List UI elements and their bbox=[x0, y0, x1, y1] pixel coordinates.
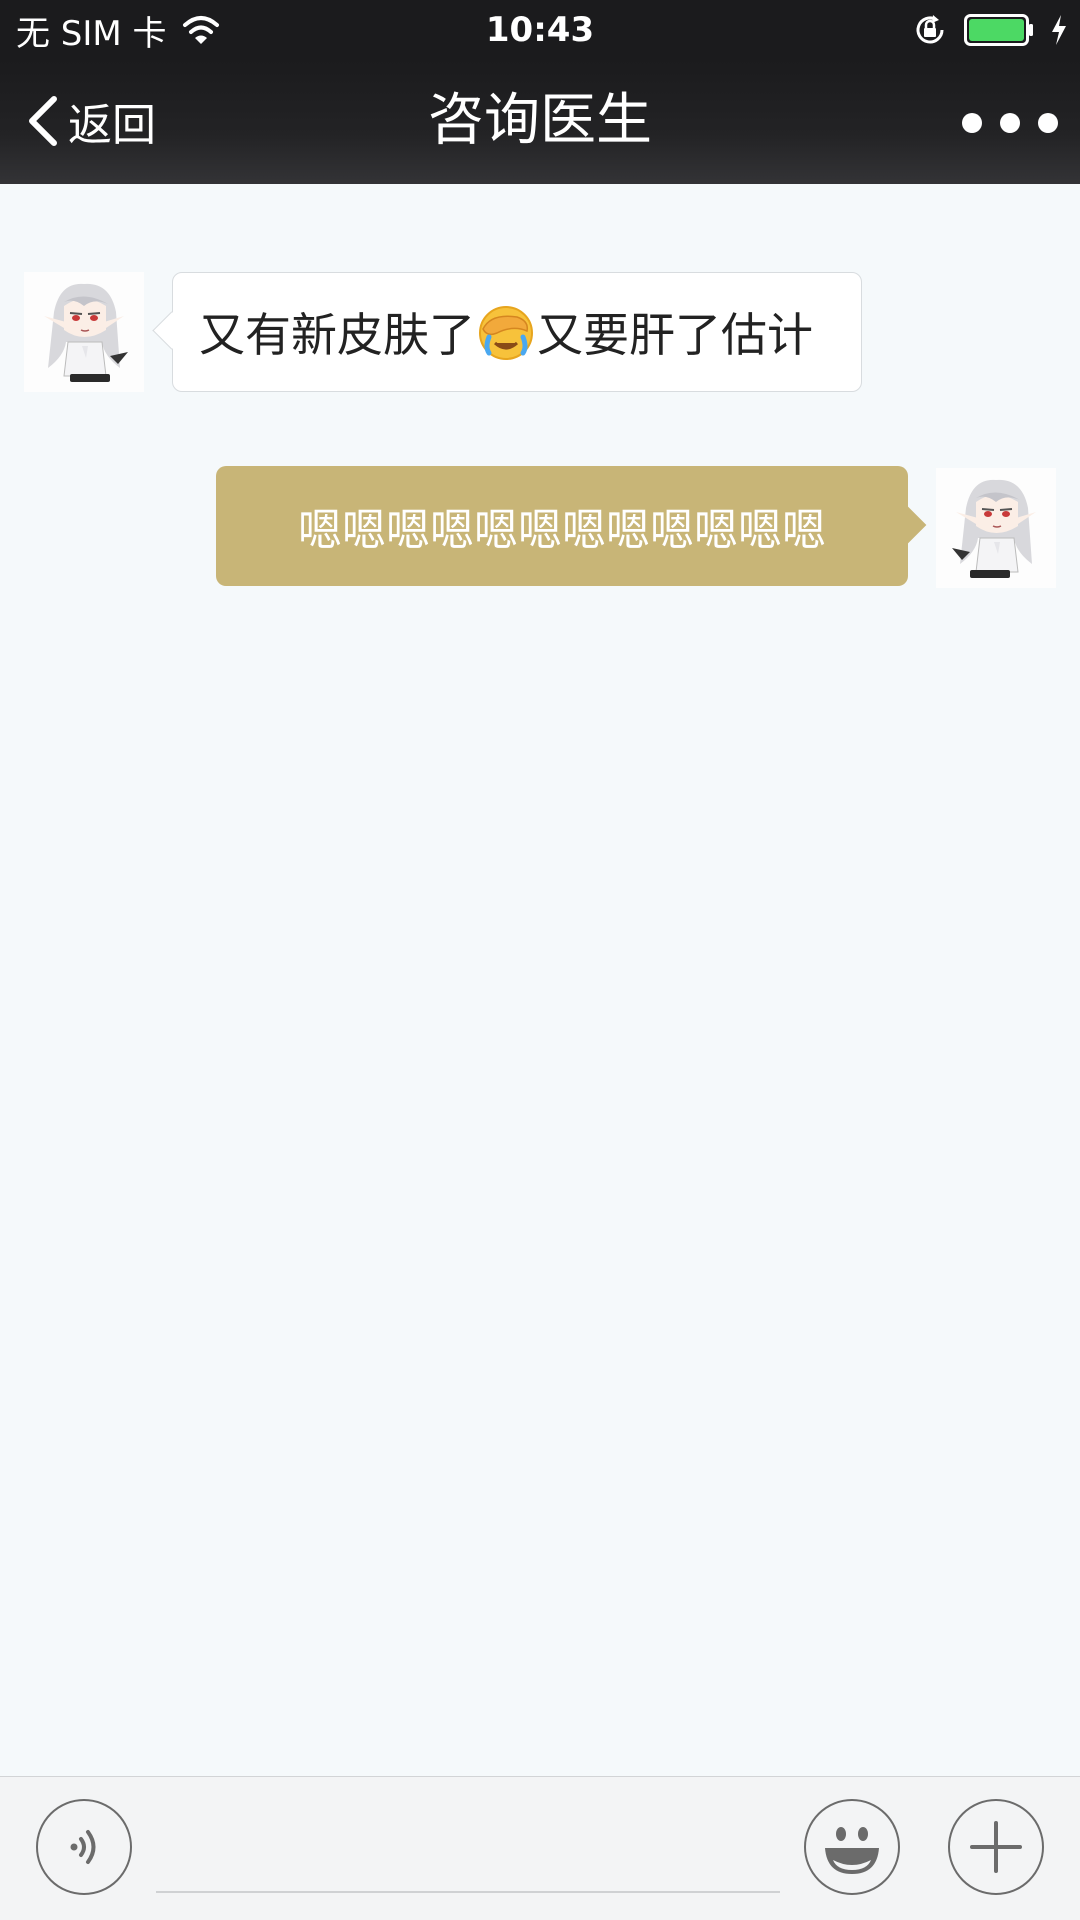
more-dot-icon bbox=[962, 113, 982, 133]
rotation-lock-icon bbox=[916, 15, 944, 44]
add-attachment-button[interactable] bbox=[948, 1799, 1044, 1895]
message-text-part: 又要肝了估计 bbox=[537, 308, 813, 362]
message-text-part: 又有新皮肤了 bbox=[199, 308, 475, 362]
back-button[interactable]: 返回 bbox=[22, 88, 156, 154]
more-dot-icon bbox=[1038, 113, 1058, 133]
received-message-bubble[interactable]: 又有新皮肤了 又要肝了估计 bbox=[172, 272, 862, 392]
elf-character-avatar-icon bbox=[24, 272, 144, 392]
chat-message-list[interactable]: 又有新皮肤了 又要肝了估计 嗯嗯嗯嗯嗯嗯嗯嗯嗯嗯嗯嗯 bbox=[0, 184, 1080, 1776]
status-right bbox=[912, 10, 1068, 50]
voice-wave-icon bbox=[70, 1830, 96, 1864]
face-palm-crying-emoji-icon bbox=[479, 306, 533, 360]
chevron-left-icon bbox=[29, 96, 57, 146]
page-title: 咨询医生 bbox=[428, 88, 652, 153]
message-text: 嗯嗯嗯嗯嗯嗯嗯嗯嗯嗯嗯嗯 bbox=[298, 505, 826, 556]
contact-avatar[interactable] bbox=[24, 272, 144, 392]
back-label: 返回 bbox=[68, 100, 156, 151]
elf-character-avatar-icon bbox=[936, 468, 1056, 588]
battery-icon bbox=[964, 14, 1033, 46]
message-text-input[interactable] bbox=[156, 1813, 780, 1893]
plus-icon bbox=[970, 1821, 1022, 1873]
navigation-bar: 返回 咨询医生 bbox=[0, 60, 1080, 184]
status-bar: 无 SIM 卡 10:43 bbox=[0, 0, 1080, 60]
user-avatar[interactable] bbox=[936, 468, 1056, 588]
voice-input-button[interactable] bbox=[36, 1799, 132, 1895]
more-options-button[interactable] bbox=[962, 100, 1058, 146]
sent-message-bubble[interactable]: 嗯嗯嗯嗯嗯嗯嗯嗯嗯嗯嗯嗯 bbox=[216, 466, 908, 586]
charging-bolt-icon bbox=[1052, 15, 1066, 45]
smiley-face-icon bbox=[825, 1827, 879, 1874]
message-input-bar bbox=[0, 1776, 1080, 1920]
more-dot-icon bbox=[1000, 113, 1020, 133]
emoji-picker-button[interactable] bbox=[804, 1799, 900, 1895]
